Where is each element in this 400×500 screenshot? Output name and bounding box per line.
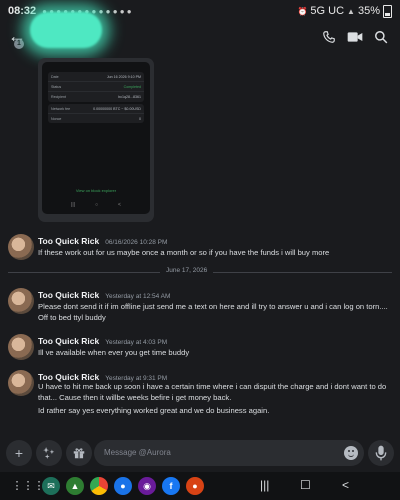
tx-label: Nonce <box>51 116 62 121</box>
apps-button[interactable] <box>36 440 62 466</box>
network-label: 5G UC <box>310 5 345 17</box>
status-right: ⏰ 5G UC ▲ 35% <box>297 4 392 18</box>
emoji-icon[interactable] <box>344 446 358 460</box>
phone-nav-home: ○ <box>94 202 98 208</box>
tx-row-nonce: Nonce 0 <box>48 114 144 123</box>
alarm-icon: ⏰ <box>297 6 308 16</box>
author-name[interactable]: Too Quick Rick <box>38 290 99 300</box>
add-attachment-button[interactable]: + <box>6 440 32 466</box>
tx-row-recipient: Recipient bc1q28...8361 <box>48 92 144 101</box>
battery-percent: 35% <box>357 5 380 17</box>
camera-app-icon[interactable]: ◉ <box>138 477 156 495</box>
home-icon[interactable]: ☐ <box>300 478 311 492</box>
message-text: If these work out for us maybe once a mo… <box>38 248 330 257</box>
avatar[interactable] <box>8 334 34 360</box>
gift-icon <box>73 448 85 459</box>
transaction-details-card: Date Jun 16 2026 9:10 PM Status Complete… <box>48 72 144 102</box>
tx-value: bc1q28...8361 <box>118 94 141 99</box>
message-text: Please dont send it if im offline just s… <box>38 302 388 322</box>
tx-value: 0 <box>139 116 141 121</box>
tx-row-date: Date Jun 16 2026 9:10 PM <box>48 72 144 83</box>
tx-value: Jun 16 2026 9:10 PM <box>106 74 141 79</box>
system-nav-bar: ⋮⋮⋮ ✉ ▲ ● ◉ f ● ||| ☐ < <box>0 472 400 500</box>
transaction-fee-card: Network fee 0.00000000 BTC ~ $0.00USD No… <box>48 104 144 124</box>
message-timestamp: Yesterday at 9:31 PM <box>105 375 168 382</box>
tx-label: Date <box>51 74 59 79</box>
message-author[interactable]: Too Quick Rick Yesterday at 9:31 PM <box>38 372 167 382</box>
voice-message-button[interactable] <box>368 440 394 466</box>
message-input-placeholder: Message @Aurora <box>104 448 171 457</box>
avatar[interactable] <box>8 234 34 260</box>
browser-app-icon[interactable]: ● <box>186 477 204 495</box>
facebook-app-icon[interactable]: f <box>162 477 180 495</box>
tx-row-status: Status Completed <box>48 82 144 93</box>
battery-icon <box>383 4 392 18</box>
message-author[interactable]: Too Quick Rick 06/16/2026 10:28 PM <box>38 236 167 246</box>
message-text: Ill ve available when ever you get time … <box>38 348 190 357</box>
message-author[interactable]: Too Quick Rick Yesterday at 12:54 AM <box>38 290 170 300</box>
author-name[interactable]: Too Quick Rick <box>38 236 99 246</box>
status-time: 08:32 <box>8 5 37 17</box>
date-divider-label: June 17, 2026 <box>160 267 214 274</box>
tx-row-fee: Network fee 0.00000000 BTC ~ $0.00USD <box>48 104 144 115</box>
chat-header: ← 1 <box>0 12 400 56</box>
tx-label: Network fee <box>51 106 71 111</box>
sparkle-apps-icon <box>43 447 55 459</box>
phone-call-icon[interactable] <box>318 26 340 48</box>
search-icon[interactable] <box>370 26 392 48</box>
message-input[interactable]: Message @Aurora <box>94 440 364 466</box>
chrome-app-icon[interactable] <box>90 477 108 495</box>
attached-phone-nav: ||| ○ < <box>42 202 150 208</box>
unread-badge: 1 <box>14 39 24 49</box>
gift-button[interactable] <box>66 440 92 466</box>
video-camera-icon[interactable] <box>344 26 366 48</box>
gallery-app-icon[interactable]: ▲ <box>66 477 84 495</box>
apps-grid-icon[interactable]: ⋮⋮⋮ <box>12 477 45 493</box>
message-timestamp: Yesterday at 4:03 PM <box>105 339 168 346</box>
avatar[interactable] <box>8 288 34 314</box>
message-timestamp: 06/16/2026 10:28 PM <box>105 239 168 246</box>
microphone-icon <box>375 445 387 461</box>
tx-value: 0.00000000 BTC ~ $0.00USD <box>93 106 141 111</box>
tx-label: Recipient <box>51 94 66 99</box>
avatar[interactable] <box>8 370 34 396</box>
phone-nav-back: < <box>118 202 121 208</box>
message-text: Id rather say yes everything worked grea… <box>38 406 270 415</box>
recents-icon[interactable]: ||| <box>260 478 269 492</box>
signal-icon: ▲ <box>347 6 355 16</box>
author-name[interactable]: Too Quick Rick <box>38 372 99 382</box>
message-timestamp: Yesterday at 12:54 AM <box>105 293 171 300</box>
plus-icon: + <box>14 445 24 461</box>
author-name[interactable]: Too Quick Rick <box>38 336 99 346</box>
phone-nav-recents: ||| <box>71 202 75 208</box>
messages-app-icon[interactable]: ✉ <box>42 477 60 495</box>
block-explorer-link: View on block explorer <box>75 188 117 193</box>
redacted-username <box>30 12 102 48</box>
message-author[interactable]: Too Quick Rick Yesterday at 4:03 PM <box>38 336 167 346</box>
signal-app-icon[interactable]: ● <box>114 477 132 495</box>
app-dock: ⋮⋮⋮ ✉ ▲ ● ◉ f ● <box>12 477 204 495</box>
tx-label: Status <box>51 84 62 89</box>
message-text: U have to hit me back up soon i have a c… <box>38 382 387 402</box>
image-attachment[interactable]: Date Jun 16 2026 9:10 PM Status Complete… <box>38 58 154 222</box>
system-back-icon[interactable]: < <box>342 478 349 492</box>
attached-phone-screenshot: Date Jun 16 2026 9:10 PM Status Complete… <box>42 62 150 214</box>
message-composer: + Message @Aurora <box>0 438 400 470</box>
tx-value: Completed <box>123 84 141 89</box>
